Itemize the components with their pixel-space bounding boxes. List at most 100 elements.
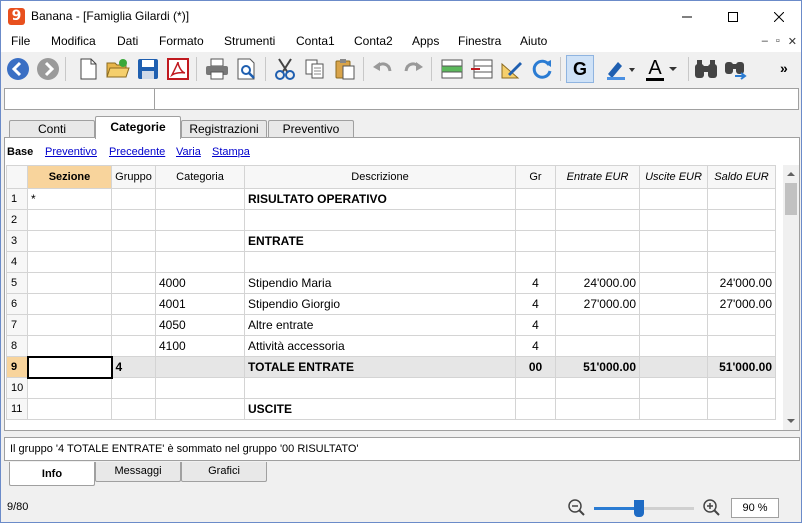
column-header-gr[interactable]: Gr — [515, 165, 556, 189]
font-color-button[interactable]: A — [641, 55, 683, 83]
zoom-slider-knob[interactable] — [634, 500, 644, 517]
column-header-gruppo[interactable]: Gruppo — [111, 165, 156, 189]
cell-categoria[interactable] — [155, 398, 245, 420]
table-row[interactable]: 8 4100 Attività accessoria 4 — [6, 335, 776, 357]
cell-descrizione[interactable]: ENTRATE — [244, 230, 516, 252]
cell-entrate[interactable]: 24'000.00 — [555, 272, 640, 294]
cell-gruppo[interactable] — [111, 293, 156, 315]
cell-entrate[interactable] — [555, 230, 640, 252]
cell-descrizione[interactable] — [244, 251, 516, 273]
table-row[interactable]: 6 4001 Stipendio Giorgio 4 27'000.00 27'… — [6, 293, 776, 315]
cell-uscite[interactable] — [639, 230, 708, 252]
cell-sezione[interactable] — [27, 209, 112, 231]
table-row[interactable]: 3 ENTRATE — [6, 230, 776, 252]
print-button[interactable] — [203, 55, 231, 83]
tab-conti[interactable]: Conti — [9, 120, 95, 138]
edit-rows-button[interactable] — [498, 55, 526, 83]
cell-gr[interactable]: 4 — [515, 293, 556, 315]
forward-button[interactable] — [34, 55, 62, 83]
print-preview-button[interactable] — [233, 55, 261, 83]
cell-entrate[interactable] — [555, 377, 640, 399]
row-number[interactable]: 2 — [6, 209, 28, 231]
cell-descrizione[interactable]: TOTALE ENTRATE — [244, 356, 516, 378]
cell-categoria[interactable] — [155, 251, 245, 273]
vertical-scrollbar[interactable] — [783, 165, 799, 430]
cell-sezione[interactable] — [27, 335, 112, 357]
table-row[interactable]: 2 — [6, 209, 776, 231]
cell-sezione[interactable] — [27, 314, 112, 336]
cell-categoria[interactable]: 4050 — [155, 314, 245, 336]
cell-gruppo[interactable] — [111, 272, 156, 294]
view-stampa[interactable]: Stampa — [212, 146, 250, 158]
mdi-close-icon[interactable]: ✕ — [788, 35, 797, 48]
cell-gr[interactable]: 4 — [515, 314, 556, 336]
cell-sezione[interactable]: * — [27, 188, 112, 210]
recalculate-button[interactable] — [528, 55, 556, 83]
menu-aiuto[interactable]: Aiuto — [520, 34, 547, 48]
column-header-entrate[interactable]: Entrate EUR — [555, 165, 640, 189]
cell-gr[interactable] — [515, 230, 556, 252]
table-row[interactable]: 11 USCITE — [6, 398, 776, 420]
cell-categoria[interactable] — [155, 230, 245, 252]
cell-gruppo[interactable]: 4 — [111, 356, 156, 378]
cell-gruppo[interactable] — [111, 209, 156, 231]
cell-saldo[interactable]: 51'000.00 — [707, 356, 776, 378]
cell-descrizione[interactable]: RISULTATO OPERATIVO — [244, 188, 516, 210]
row-number[interactable]: 10 — [6, 377, 28, 399]
cell-saldo[interactable] — [707, 230, 776, 252]
cell-uscite[interactable] — [639, 377, 708, 399]
cell-entrate[interactable] — [555, 209, 640, 231]
cell-gr[interactable] — [515, 209, 556, 231]
scroll-up-icon[interactable] — [783, 167, 799, 181]
mdi-restore-icon[interactable]: ▫ — [776, 35, 780, 48]
cell-categoria[interactable]: 4100 — [155, 335, 245, 357]
tab-grafici[interactable]: Grafici — [181, 462, 267, 482]
cell-gr[interactable]: 00 — [515, 356, 556, 378]
menu-conta2[interactable]: Conta2 — [354, 34, 393, 48]
cell-entrate[interactable]: 51'000.00 — [555, 356, 640, 378]
table-row[interactable]: 5 4000 Stipendio Maria 4 24'000.00 24'00… — [6, 272, 776, 294]
row-number[interactable]: 11 — [6, 398, 28, 420]
cell-uscite[interactable] — [639, 188, 708, 210]
copy-button[interactable] — [301, 55, 329, 83]
find-button[interactable] — [692, 55, 720, 83]
row-number[interactable]: 7 — [6, 314, 28, 336]
cell-uscite[interactable] — [639, 209, 708, 231]
cell-entrate[interactable] — [555, 398, 640, 420]
cell-sezione[interactable] — [27, 293, 112, 315]
cell-saldo[interactable] — [707, 188, 776, 210]
cell-entrate[interactable] — [555, 188, 640, 210]
cell-categoria[interactable] — [155, 188, 245, 210]
scrollbar-thumb[interactable] — [785, 183, 797, 215]
maximize-button[interactable] — [710, 1, 756, 32]
cell-entrate[interactable] — [555, 314, 640, 336]
add-rows-button[interactable] — [438, 55, 466, 83]
title-bar[interactable]: 9 Banana - [Famiglia Gilardi (*)] — [1, 1, 801, 32]
cell-uscite[interactable] — [639, 293, 708, 315]
cell-descrizione[interactable]: Stipendio Giorgio — [244, 293, 516, 315]
table-row-total[interactable]: 9 4 TOTALE ENTRATE 00 51'000.00 51'000.0… — [6, 355, 776, 379]
tab-categorie[interactable]: Categorie — [95, 116, 181, 139]
cell-gr[interactable] — [515, 377, 556, 399]
cell-entrate[interactable] — [555, 335, 640, 357]
row-number[interactable]: 3 — [6, 230, 28, 252]
menu-apps[interactable]: Apps — [412, 34, 439, 48]
cell-sezione[interactable] — [27, 230, 112, 252]
cell-entrate[interactable] — [555, 251, 640, 273]
menu-finestra[interactable]: Finestra — [458, 34, 501, 48]
pdf-button[interactable] — [164, 55, 192, 83]
bold-button[interactable]: G — [566, 55, 594, 83]
view-base[interactable]: Base — [7, 146, 33, 158]
column-header-uscite[interactable]: Uscite EUR — [639, 165, 708, 189]
view-preventivo[interactable]: Preventivo — [45, 146, 97, 158]
cell-entrate[interactable]: 27'000.00 — [555, 293, 640, 315]
table-row[interactable]: 4 — [6, 251, 776, 273]
corner-header[interactable] — [6, 165, 28, 189]
cell-uscite[interactable] — [639, 398, 708, 420]
cell-uscite[interactable] — [639, 314, 708, 336]
close-button[interactable] — [756, 1, 801, 32]
tab-messaggi[interactable]: Messaggi — [95, 462, 181, 482]
cell-saldo[interactable] — [707, 314, 776, 336]
zoom-slider[interactable] — [594, 500, 694, 517]
cell-content-field[interactable] — [155, 89, 799, 109]
